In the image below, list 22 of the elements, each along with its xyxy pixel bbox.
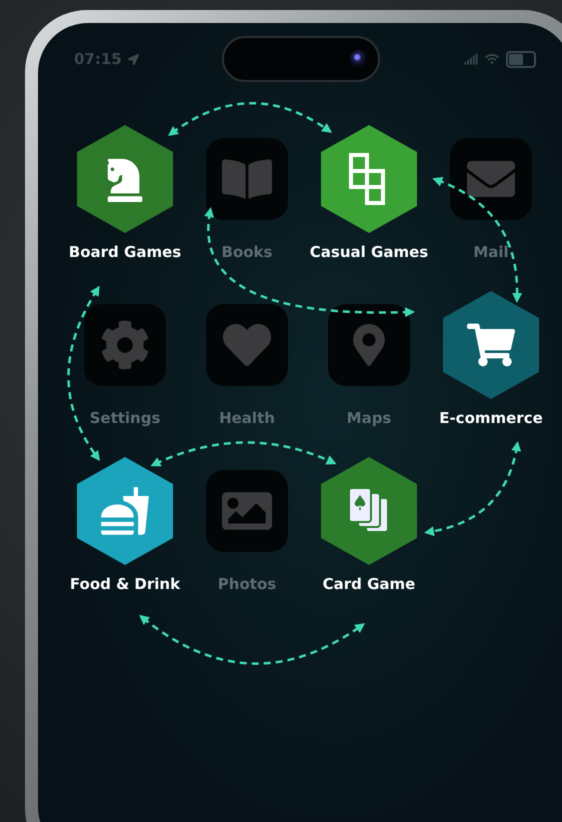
wifi-icon — [485, 52, 499, 66]
camera-icon — [350, 50, 368, 68]
cart-icon — [467, 321, 515, 369]
app-label: Books — [222, 243, 272, 261]
app-label: Maps — [346, 409, 392, 427]
app-label: Health — [219, 409, 275, 427]
heart-icon — [223, 321, 271, 369]
app-label: Casual Games — [310, 243, 428, 261]
drink-burger-icon — [99, 485, 151, 537]
app-label: Food & Drink — [70, 575, 180, 593]
signal-icon — [464, 52, 478, 66]
app-label: Settings — [90, 409, 160, 427]
battery-icon — [506, 50, 536, 68]
gear-icon — [100, 320, 150, 370]
app-label: Board Games — [68, 243, 182, 261]
status-time: 07:15 — [74, 50, 122, 68]
app-label: E-commerce — [439, 409, 543, 427]
app-label: Card Game — [322, 575, 416, 593]
app-label: Photos — [218, 575, 276, 593]
location-arrow-icon — [128, 54, 139, 64]
app-label: Mail — [473, 243, 509, 261]
app-icon[interactable] — [328, 304, 410, 386]
